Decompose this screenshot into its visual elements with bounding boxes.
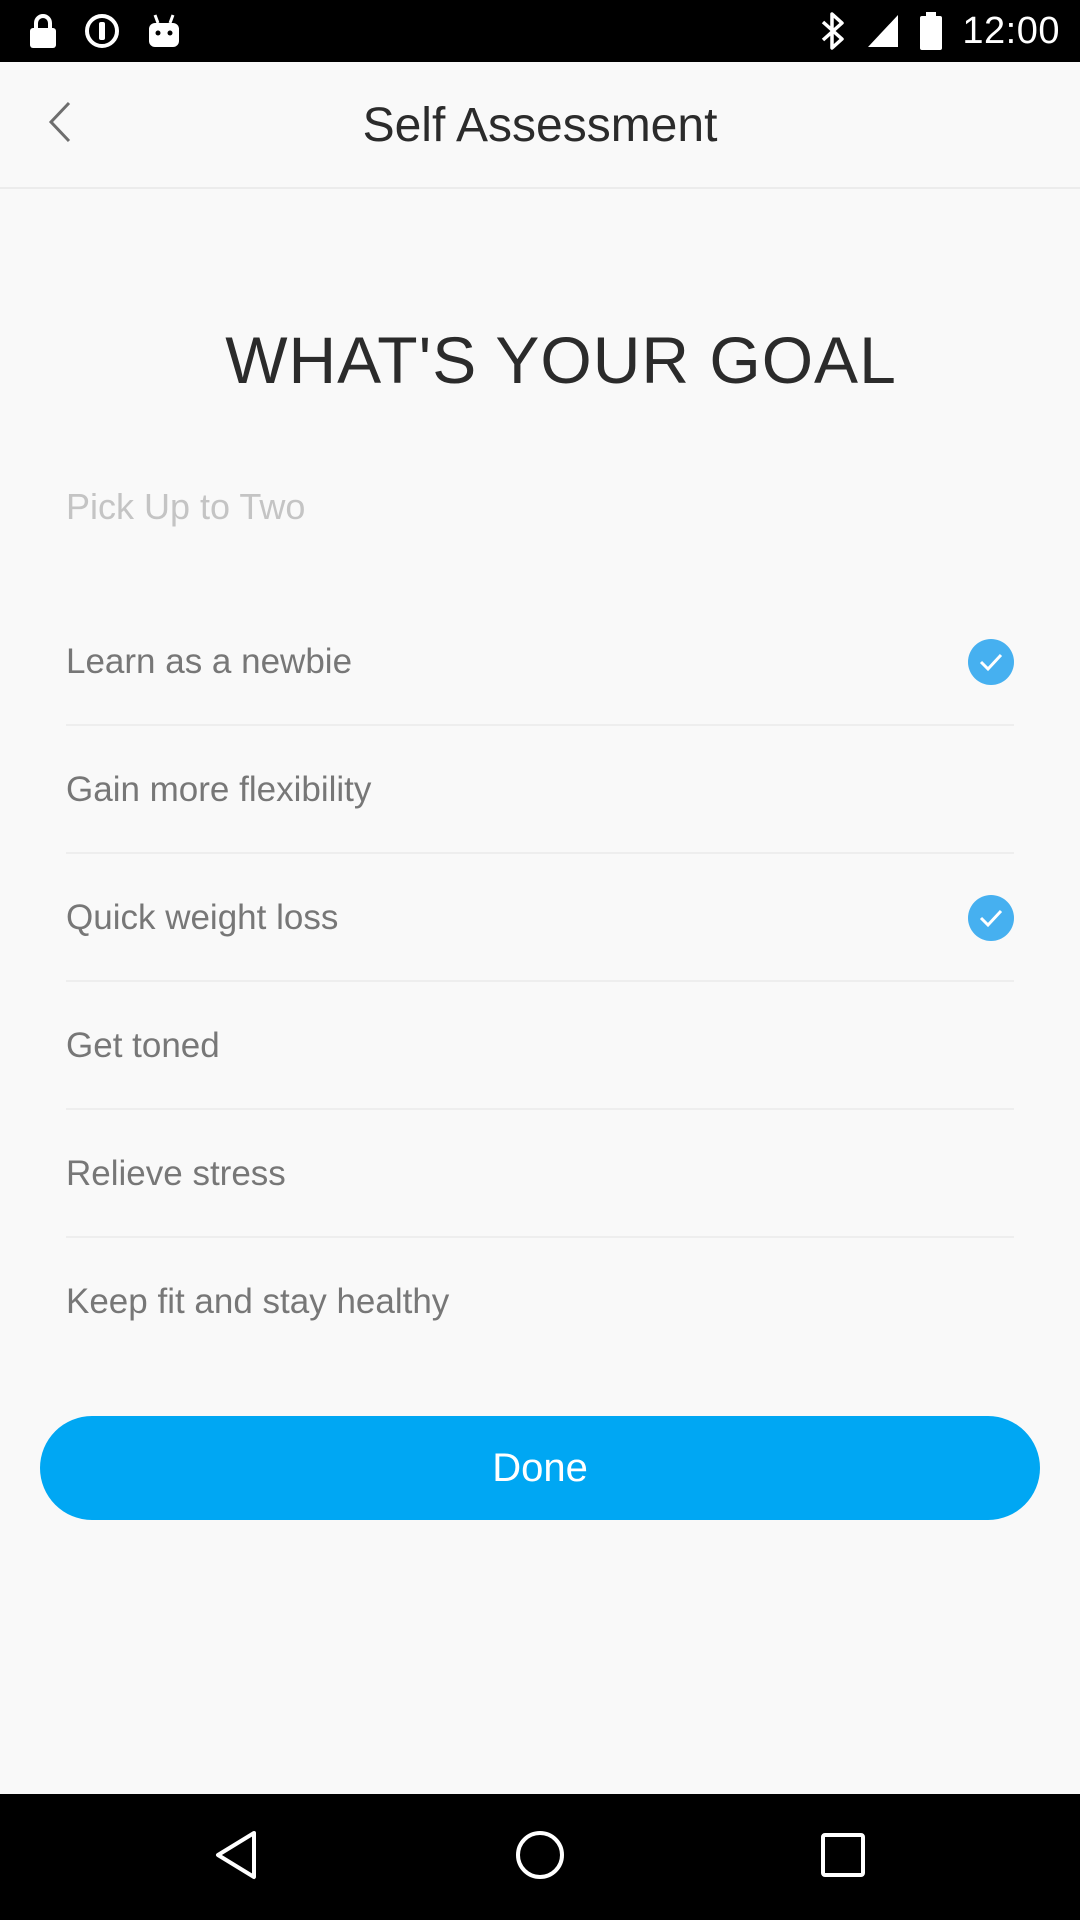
- back-button[interactable]: [20, 84, 100, 164]
- goal-option-label: Learn as a newbie: [66, 642, 353, 681]
- status-time: 12:00: [962, 9, 1060, 52]
- done-button[interactable]: Done: [40, 1416, 1040, 1520]
- nav-home-button[interactable]: [508, 1825, 572, 1889]
- nav-recents-button[interactable]: [811, 1825, 875, 1889]
- status-bar: 12:00: [0, 0, 1080, 62]
- bluetooth-icon: [820, 12, 846, 50]
- goal-option[interactable]: Get toned: [66, 982, 1014, 1110]
- battery-icon: [920, 12, 943, 50]
- goal-option[interactable]: Gain more flexibility: [66, 726, 1014, 854]
- goal-options-list: Learn as a newbie Gain more flexibility …: [66, 598, 1014, 1366]
- goal-option-label: Quick weight loss: [66, 898, 339, 937]
- goal-option-label: Get toned: [66, 1026, 220, 1065]
- chevron-left-icon: [45, 99, 75, 150]
- lock-icon: [28, 13, 58, 49]
- app-header: Self Assessment: [0, 62, 1080, 189]
- home-circle-icon: [514, 1829, 566, 1886]
- page-title: Self Assessment: [362, 99, 718, 152]
- android-icon: [146, 13, 182, 49]
- navigation-bar: [0, 1794, 1080, 1920]
- sync-icon: [84, 13, 120, 49]
- nav-back-button[interactable]: [204, 1825, 268, 1889]
- goal-heading: WHAT'S YOUR GOAL: [225, 323, 897, 397]
- pick-hint: Pick Up to Two: [66, 486, 306, 527]
- goal-option-label: Relieve stress: [66, 1154, 286, 1193]
- checkmark-icon: [968, 639, 1014, 685]
- checkmark-icon: [968, 895, 1014, 941]
- recents-square-icon: [820, 1832, 866, 1883]
- goal-option[interactable]: Keep fit and stay healthy: [66, 1238, 1014, 1366]
- goal-option[interactable]: Quick weight loss: [66, 854, 1014, 982]
- goal-option[interactable]: Relieve stress: [66, 1110, 1014, 1238]
- goal-option[interactable]: Learn as a newbie: [66, 598, 1014, 726]
- goal-option-label: Keep fit and stay healthy: [66, 1282, 450, 1321]
- goal-option-label: Gain more flexibility: [66, 770, 372, 809]
- back-triangle-icon: [212, 1829, 260, 1886]
- signal-icon: [866, 13, 900, 49]
